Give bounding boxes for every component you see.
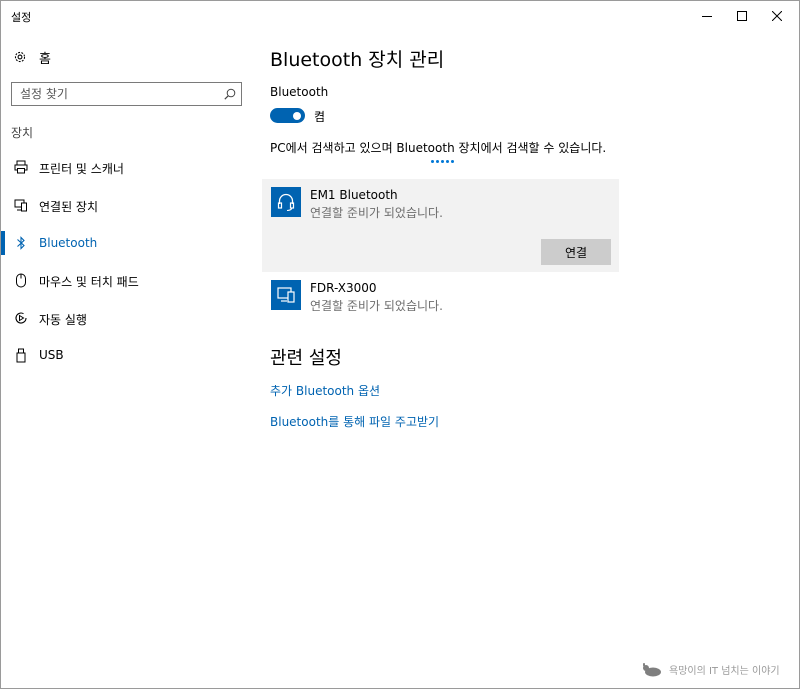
main-content: Bluetooth 장치 관리 Bluetooth 켬 PC에서 검색하고 있으… (262, 31, 790, 681)
device-item-em1[interactable]: EM1 Bluetooth 연결할 준비가 되었습니다. 연결 (262, 179, 619, 272)
active-indicator (1, 231, 5, 255)
bluetooth-icon (13, 235, 29, 251)
more-bluetooth-options-link[interactable]: 추가 Bluetooth 옵션 (270, 382, 380, 399)
sidebar-item-mouse[interactable]: 마우스 및 터치 패드 (1, 262, 251, 298)
sidebar-item-label: 자동 실행 (39, 313, 87, 327)
connected-devices-icon (13, 197, 29, 213)
search-input[interactable] (12, 83, 217, 105)
headset-icon (271, 187, 301, 217)
sidebar-item-bluetooth[interactable]: Bluetooth (1, 225, 251, 261)
toggle-state-label: 켬 (314, 110, 326, 124)
connect-button[interactable]: 연결 (541, 239, 611, 265)
sidebar-item-autoplay[interactable]: 자동 실행 (1, 300, 251, 336)
send-receive-files-link[interactable]: Bluetooth를 통해 파일 주고받기 (270, 413, 439, 430)
sidebar-item-printers[interactable]: 프린터 및 스캐너 (1, 149, 251, 185)
title-bar: 설정 (1, 1, 799, 31)
settings-window: 설정 홈 장치 (0, 0, 800, 689)
sidebar-item-label: 연결된 장치 (39, 200, 99, 214)
progress-dots (431, 160, 454, 163)
sidebar-item-label: USB (39, 348, 64, 362)
device-name: EM1 Bluetooth (310, 188, 398, 202)
bluetooth-toggle-label: Bluetooth (270, 85, 329, 99)
mouse-icon (13, 272, 29, 288)
section-label: 장치 (11, 126, 34, 140)
minimize-icon (702, 16, 712, 17)
watermark: 욕망이의 IT 넘치는 이야기 (641, 662, 780, 677)
device-item-fdr-x3000[interactable]: FDR-X3000 연결할 준비가 되었습니다. (262, 272, 619, 322)
usb-icon (13, 347, 29, 363)
autoplay-icon (13, 310, 29, 326)
page-title: Bluetooth 장치 관리 (270, 49, 445, 71)
search-box[interactable] (11, 82, 242, 106)
home-label: 홈 (39, 51, 51, 67)
printer-icon (13, 159, 29, 175)
close-icon (772, 11, 782, 21)
related-settings-heading: 관련 설정 (270, 348, 342, 369)
sidebar-item-label: Bluetooth (39, 236, 98, 250)
device-status: 연결할 준비가 되었습니다. (310, 206, 443, 220)
sidebar-item-usb[interactable]: USB (1, 337, 251, 373)
sidebar: 홈 장치 프린터 및 스캐너 연결된 장치 (1, 31, 251, 689)
maximize-icon (737, 11, 747, 21)
gear-icon (14, 51, 26, 63)
watermark-text: 욕망이의 IT 넘치는 이야기 (669, 666, 780, 677)
device-name: FDR-X3000 (310, 281, 377, 295)
search-icon (224, 88, 236, 100)
rabbit-logo-icon (643, 662, 661, 676)
window-title: 설정 (11, 11, 32, 24)
home-nav-item[interactable]: 홈 (13, 47, 51, 67)
sidebar-item-connected-devices[interactable]: 연결된 장치 (1, 187, 251, 223)
discovery-status-text: PC에서 검색하고 있으며 Bluetooth 장치에서 검색할 수 있습니다. (270, 141, 607, 155)
toggle-knob (293, 111, 301, 120)
close-button[interactable] (754, 1, 800, 31)
bluetooth-toggle[interactable] (270, 108, 305, 123)
device-icon (271, 280, 301, 310)
device-status: 연결할 준비가 되었습니다. (310, 299, 443, 313)
sidebar-item-label: 마우스 및 터치 패드 (39, 275, 139, 289)
sidebar-item-label: 프린터 및 스캐너 (39, 162, 124, 176)
